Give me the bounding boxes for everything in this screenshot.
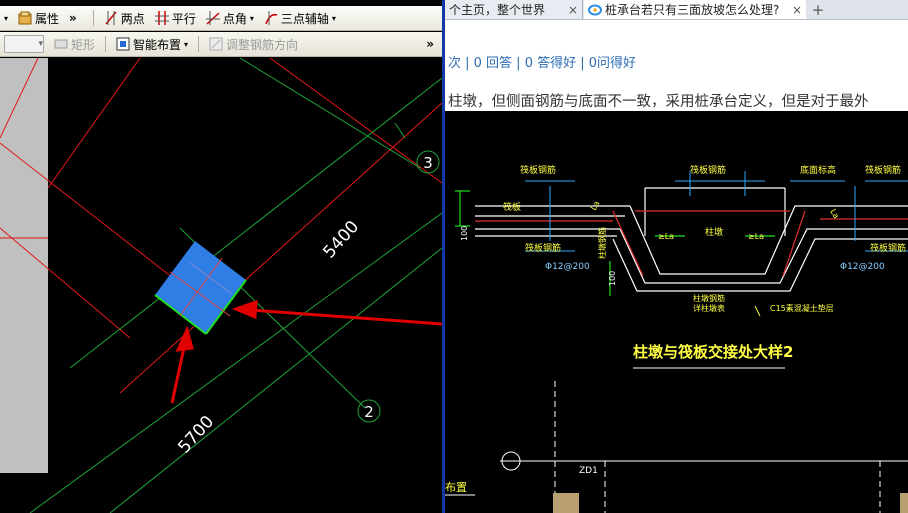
dropdown-arrow-icon[interactable]: ▾ [4,14,8,23]
drawing-label: 筏板钢筋 [520,164,556,176]
drawing-label: 布置 [445,481,467,494]
drawing-label: ZD1 [579,466,598,476]
axis-label-2: 2 [364,403,374,421]
adjust-rebar-label: 调整钢筋方向 [226,37,299,52]
site-favicon-icon [588,4,602,15]
chevron-down-icon[interactable]: ▾ [250,14,254,23]
drawing-label: 柱墩钢筋 [693,293,725,303]
layer-select[interactable]: ▾ [4,35,44,53]
point-angle-button[interactable]: 点角 ▾ [205,10,254,27]
three-point-axis-label: 三点辅轴 [280,11,329,26]
drawing-label: 筏板 [503,201,521,213]
three-point-axis-button[interactable]: 三点辅轴 ▾ [264,10,336,27]
drawing-label: 100 [608,271,617,286]
wall-block [0,58,48,473]
smart-layout-label: 智能布置 [133,37,182,52]
smart-layout-icon [116,37,130,51]
embedded-cad-drawing: 筏板钢筋 筏板钢筋 底面标高 筏板钢筋 筏板 柱墩 ≥La ≥La La La … [445,111,908,513]
chevron-down-icon[interactable]: ▾ [184,40,188,49]
properties-label: 属性 [35,11,60,26]
cad-canvas[interactable]: 3 2 5400 5700 [0,58,442,513]
drawing-label: 筏板钢筋 [690,164,726,176]
cad-toolbar-draw: ▾ 属性 » 两点 平行 点角 ▾ 三点辅轴 ▾ [0,6,442,31]
drawing-label: 详柱墩表 [693,303,725,313]
chevron-down-icon[interactable]: ▾ [332,14,336,23]
toolbar-overflow-icon[interactable]: » [426,37,442,51]
drawing-label: Φ12@200 [545,262,590,272]
close-icon[interactable]: × [568,3,578,17]
drawing-label: ≥La [658,232,674,241]
parallel-icon [154,11,169,25]
axis-label-3: 3 [423,154,433,172]
question-stats[interactable]: 次 | 0 回答 | 0 答得好 | 0问得好 [448,52,636,71]
two-points-icon [105,11,117,25]
drawing-label: ≥La [748,232,764,241]
drawing-label: C15素混凝土垫层 [770,303,834,313]
smart-layout-button[interactable]: 智能布置 ▾ [116,36,188,53]
cad-toolbar-layout: ▾ 矩形 智能布置 ▾ 调整钢筋方向 » [0,32,442,57]
parallel-label: 平行 [171,11,196,26]
toolbar-divider [92,10,94,26]
rectangle-icon [54,39,68,49]
drawing-title: 柱墩与筏板交接处大样2 [633,343,793,361]
browser-window: 个主页，整个世界 × 桩承台若只有三面放坡怎么处理? × + 次 | 0 回答 … [445,0,908,513]
drawing-label: 柱墩钢筋 [597,227,607,259]
two-points-button[interactable]: 两点 [104,10,145,27]
tab-title: 桩承台若只有三面放坡怎么处理? [605,3,780,17]
drawing-label: 筏板钢筋 [865,164,901,176]
tab-bar: 个主页，整个世界 × 桩承台若只有三面放坡怎么处理? × + [445,0,908,20]
drawing-label: 筏板钢筋 [870,242,906,254]
question-text: 柱墩，但侧面钢筋与底面不一致，采用桩承台定义，但是对于最外 [448,94,869,110]
parallel-button[interactable]: 平行 [154,10,196,27]
adjust-rebar-icon [209,37,223,51]
drawing-label: 100 [460,226,469,241]
toolbar-divider [105,36,107,52]
rectangle-label: 矩形 [71,37,96,52]
drawing-label: Φ12@200 [840,262,885,272]
point-angle-label: 点角 [222,11,247,26]
tab-homepage[interactable]: 个主页，整个世界 × [445,0,583,19]
point-angle-icon [205,11,220,25]
drawing-label: 筏板钢筋 [525,242,561,254]
adjust-rebar-direction-button[interactable]: 调整钢筋方向 [209,36,298,53]
cad-window: ▾ 属性 » 两点 平行 点角 ▾ 三点辅轴 ▾ ▾ 矩形 智能布置 ▾ 调整钢… [0,0,442,513]
tab-question[interactable]: 桩承台若只有三面放坡怎么处理? × [584,0,806,19]
close-icon[interactable]: × [792,3,802,17]
tab-title: 个主页，整个世界 [449,3,546,17]
toolbar-overflow-icon[interactable]: » [69,11,83,25]
three-point-axis-icon [265,11,278,25]
drawing-label: 柱墩 [705,226,723,238]
drawing-label: 底面标高 [800,164,836,176]
properties-icon [18,11,32,25]
rectangle-button[interactable]: 矩形 [54,36,95,53]
properties-button[interactable]: 属性 [18,10,59,27]
two-points-label: 两点 [120,11,145,26]
toolbar-divider [198,36,200,52]
new-tab-button[interactable]: + [806,0,830,19]
